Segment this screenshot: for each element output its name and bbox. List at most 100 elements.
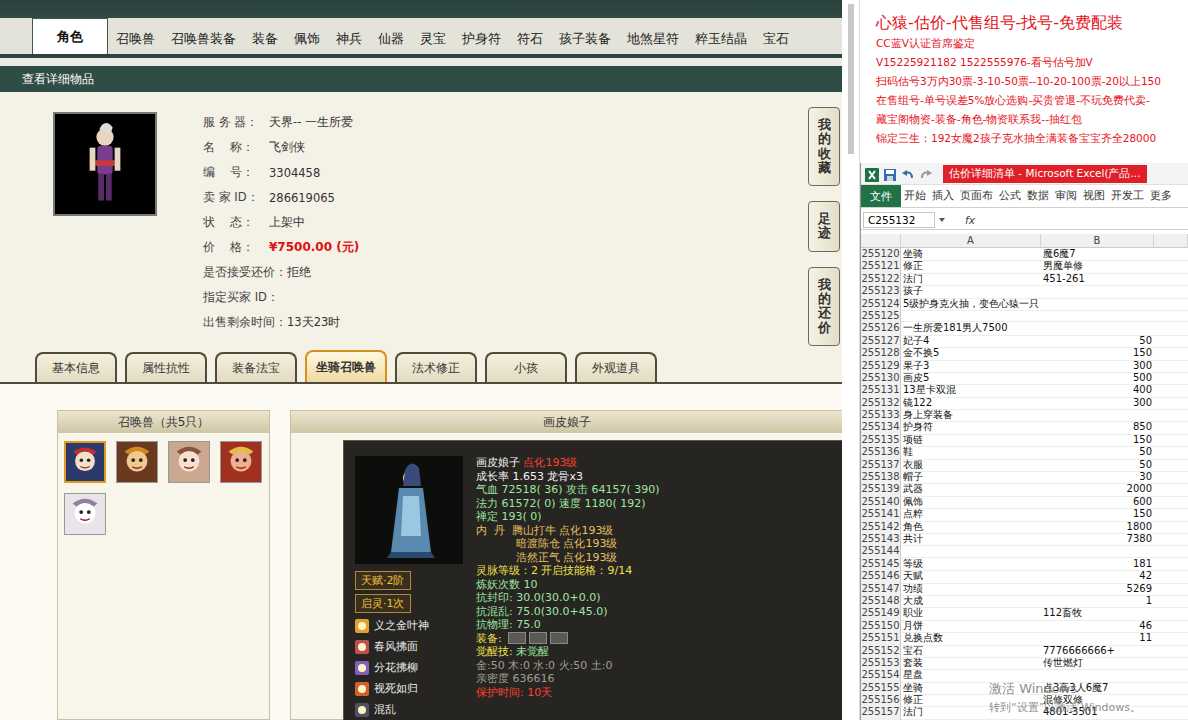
cell[interactable]: 5269: [1041, 583, 1154, 596]
cell[interactable]: 魔6魔7: [1041, 248, 1154, 261]
cell[interactable]: 护身符: [901, 421, 1041, 434]
category-tab[interactable]: 装备: [244, 24, 286, 54]
row-number[interactable]: 255145: [861, 558, 901, 571]
cell[interactable]: 金不换5: [901, 347, 1041, 360]
row-number[interactable]: 255148: [861, 595, 901, 608]
cell[interactable]: 30: [1041, 471, 1154, 484]
cell[interactable]: 50: [1041, 459, 1154, 472]
cell[interactable]: 1: [1041, 595, 1154, 608]
fx-button[interactable]: fx: [965, 214, 975, 226]
row-number[interactable]: 255144: [861, 545, 901, 557]
skill-row[interactable]: 春风拂面: [355, 638, 463, 655]
category-tab[interactable]: 地煞星符: [619, 24, 687, 54]
ribbon-tab[interactable]: 审阅: [1052, 189, 1080, 203]
cell[interactable]: [1154, 335, 1188, 348]
cell[interactable]: [1154, 607, 1188, 620]
cell[interactable]: 11: [1041, 632, 1154, 645]
row-number[interactable]: 255123: [861, 285, 901, 298]
cell[interactable]: 5级护身克火抽，变色心猿一只: [901, 298, 1154, 311]
cell[interactable]: 佩饰: [901, 496, 1041, 509]
cell[interactable]: [1154, 533, 1188, 546]
cell[interactable]: 50: [1041, 446, 1154, 459]
ribbon-tab[interactable]: 更多: [1147, 189, 1175, 203]
column-header[interactable]: [1154, 234, 1188, 248]
category-tab[interactable]: 粹玉结晶: [687, 24, 755, 54]
cell[interactable]: [1154, 645, 1188, 658]
row-number[interactable]: 255130: [861, 372, 901, 385]
cell[interactable]: [1154, 322, 1188, 335]
cell[interactable]: 300: [1041, 360, 1154, 373]
cell[interactable]: 400: [1041, 384, 1154, 397]
cell[interactable]: 功绩: [901, 583, 1041, 596]
cell[interactable]: 150: [1041, 508, 1154, 521]
row-number[interactable]: 255136: [861, 446, 901, 459]
cell[interactable]: 7380: [1041, 533, 1154, 546]
row-number[interactable]: 255139: [861, 483, 901, 496]
scroll-thumb[interactable]: [848, 4, 854, 154]
cell[interactable]: 月饼: [901, 620, 1041, 633]
row-number[interactable]: 255132: [861, 397, 901, 410]
cell[interactable]: 112畜牧: [1041, 607, 1154, 620]
row-number[interactable]: 255143: [861, 533, 901, 546]
pet-avatar-icon[interactable]: [220, 441, 262, 483]
equip-slot[interactable]: [529, 632, 547, 644]
cell[interactable]: 42: [1041, 570, 1154, 583]
row-number[interactable]: 255134: [861, 421, 901, 434]
row-number[interactable]: 255152: [861, 645, 901, 658]
row-number[interactable]: 255137: [861, 459, 901, 472]
cell[interactable]: 13星卡双混: [901, 384, 1041, 397]
column-header[interactable]: A: [901, 234, 1041, 248]
cell[interactable]: [1154, 694, 1188, 707]
cell[interactable]: [1154, 496, 1188, 509]
cell[interactable]: [1154, 310, 1188, 322]
cell[interactable]: 套装: [901, 657, 1041, 670]
cell[interactable]: 850: [1041, 421, 1154, 434]
cell[interactable]: [1154, 397, 1188, 410]
row-number[interactable]: 255133: [861, 409, 901, 422]
ribbon-tab[interactable]: 开发工: [1108, 189, 1147, 203]
cell[interactable]: [901, 310, 1154, 322]
row-number[interactable]: 255124: [861, 298, 901, 311]
ribbon-tab[interactable]: 插入: [929, 189, 957, 203]
cell[interactable]: 天赋: [901, 570, 1041, 583]
category-tab[interactable]: 角色: [32, 18, 108, 54]
skill-row[interactable]: 混乱: [355, 701, 463, 718]
cell[interactable]: 1800: [1041, 521, 1154, 534]
cell[interactable]: [1154, 360, 1188, 373]
cell[interactable]: 角色: [901, 521, 1041, 534]
row-number[interactable]: 255128: [861, 347, 901, 360]
pet-avatar-icon[interactable]: [64, 441, 106, 483]
cell[interactable]: 妃子4: [901, 335, 1041, 348]
cell[interactable]: 600: [1041, 496, 1154, 509]
cell[interactable]: [1154, 682, 1188, 695]
cell[interactable]: 武器: [901, 483, 1041, 496]
cell[interactable]: [1154, 657, 1188, 670]
cell[interactable]: [1154, 248, 1188, 261]
row-number[interactable]: 255126: [861, 322, 901, 335]
cell[interactable]: 共计: [901, 533, 1041, 546]
cell[interactable]: 50: [1041, 335, 1154, 348]
cell[interactable]: 衣服: [901, 459, 1041, 472]
ribbon-tab[interactable]: 开始: [901, 189, 929, 203]
category-tab[interactable]: 护身符: [454, 24, 509, 54]
cell[interactable]: [1154, 446, 1188, 459]
row-number[interactable]: 255153: [861, 657, 901, 670]
cell[interactable]: [1154, 384, 1188, 397]
row-number[interactable]: 255150: [861, 620, 901, 633]
skill-row[interactable]: 义之金叶神: [355, 617, 463, 634]
cell[interactable]: [1154, 434, 1188, 447]
cell[interactable]: 帽子: [901, 471, 1041, 484]
cell[interactable]: 大成: [901, 595, 1041, 608]
cell[interactable]: [1154, 558, 1188, 571]
cell[interactable]: 鞋: [901, 446, 1041, 459]
side-button[interactable]: 我的收藏: [808, 107, 840, 186]
skill-row[interactable]: 分花拂柳: [355, 659, 463, 676]
row-number[interactable]: 255155: [861, 682, 901, 695]
cell[interactable]: [1154, 421, 1188, 434]
row-number[interactable]: 255141: [861, 508, 901, 521]
skill-row[interactable]: 视死如归: [355, 680, 463, 697]
row-number[interactable]: 255149: [861, 607, 901, 620]
cell[interactable]: 150: [1041, 347, 1154, 360]
cell[interactable]: [1154, 632, 1188, 645]
pet-avatar-icon[interactable]: [64, 493, 106, 535]
